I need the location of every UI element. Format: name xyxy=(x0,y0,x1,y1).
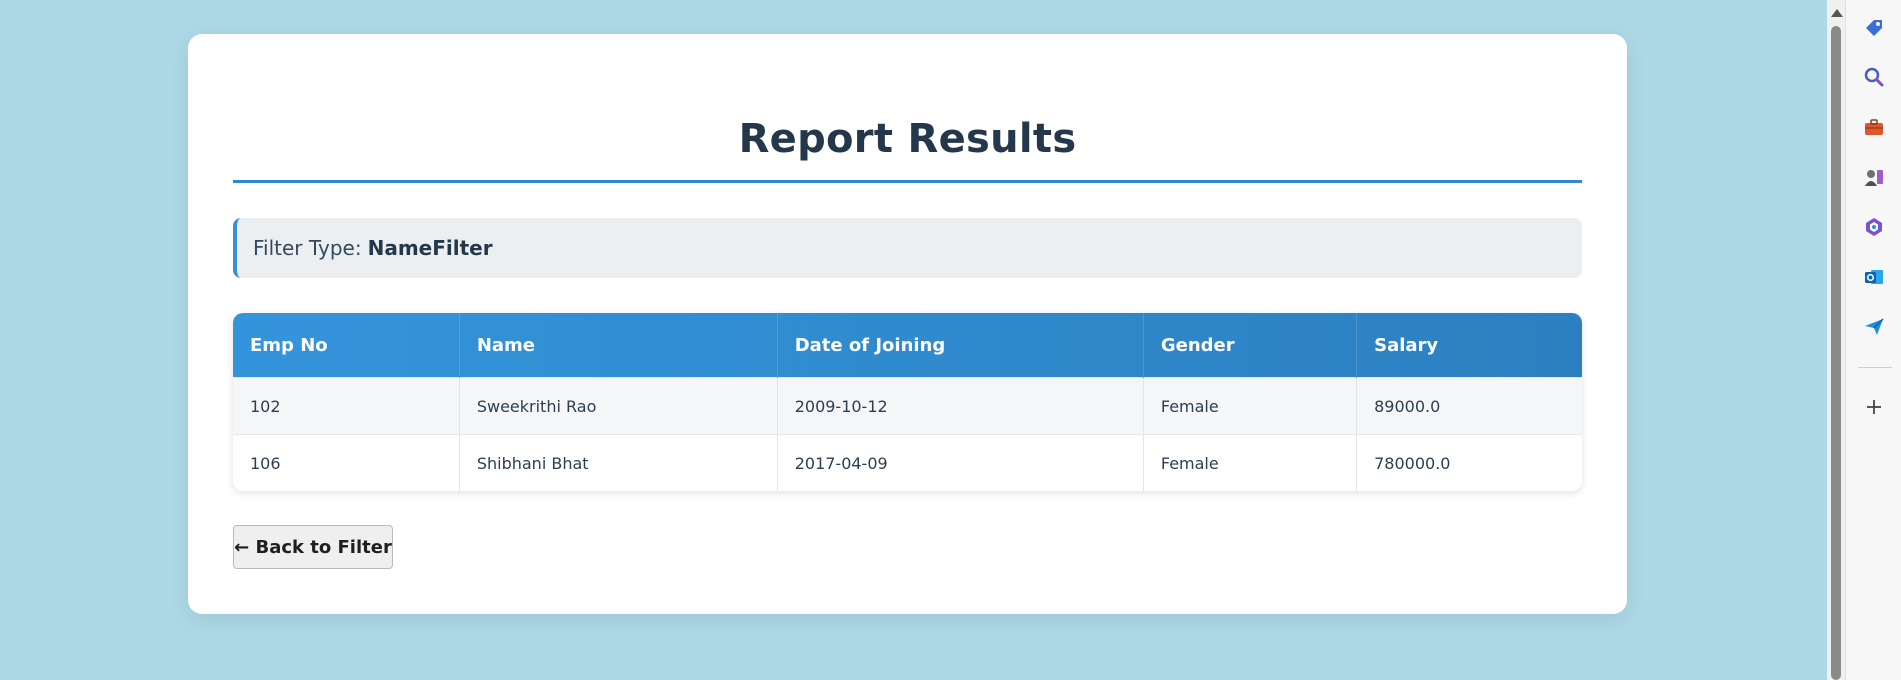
cell-name: Shibhani Bhat xyxy=(459,434,778,491)
search-icon[interactable] xyxy=(1862,65,1886,89)
back-to-filter-button[interactable]: ← Back to Filter xyxy=(233,525,393,569)
cell-gender: Female xyxy=(1143,434,1358,491)
chess-icon[interactable] xyxy=(1862,165,1886,189)
copilot-icon[interactable] xyxy=(1862,215,1886,239)
table-header-row: Emp No Name Date of Joining Gender Salar… xyxy=(233,313,1582,378)
column-header-date-of-joining: Date of Joining xyxy=(777,313,1144,378)
plus-icon[interactable] xyxy=(1862,395,1886,419)
cell-emp-no: 102 xyxy=(233,377,460,435)
outlook-icon[interactable] xyxy=(1862,265,1886,289)
filter-type-box: Filter Type: NameFilter xyxy=(233,218,1582,278)
column-header-name: Name xyxy=(459,313,778,378)
cell-salary: 89000.0 xyxy=(1356,377,1582,435)
tag-icon[interactable] xyxy=(1862,16,1886,40)
scroll-up-arrow-icon[interactable] xyxy=(1831,9,1843,17)
table-row: 102 Sweekrithi Rao 2009-10-12 Female 890… xyxy=(233,377,1582,435)
column-header-gender: Gender xyxy=(1143,313,1358,378)
filter-type-label: Filter Type: xyxy=(253,236,362,260)
browser-sidebar xyxy=(1845,0,1901,680)
sidebar-divider xyxy=(1858,367,1892,368)
report-card: Report Results Filter Type: NameFilter E… xyxy=(188,34,1627,614)
cell-date-of-joining: 2017-04-09 xyxy=(777,434,1144,491)
title-divider xyxy=(233,180,1582,183)
table-row: 106 Shibhani Bhat 2017-04-09 Female 7800… xyxy=(233,434,1582,491)
cell-emp-no: 106 xyxy=(233,434,460,491)
column-header-emp-no: Emp No xyxy=(233,313,460,378)
filter-type-value: NameFilter xyxy=(367,236,493,260)
results-table-container: Emp No Name Date of Joining Gender Salar… xyxy=(233,313,1582,491)
results-table: Emp No Name Date of Joining Gender Salar… xyxy=(233,313,1582,491)
scrollbar-thumb[interactable] xyxy=(1831,26,1841,680)
cell-salary: 780000.0 xyxy=(1356,434,1582,491)
cell-date-of-joining: 2009-10-12 xyxy=(777,377,1144,435)
cell-gender: Female xyxy=(1143,377,1358,435)
column-header-salary: Salary xyxy=(1374,334,1439,356)
page-title: Report Results xyxy=(738,116,1077,162)
send-icon[interactable] xyxy=(1862,315,1886,339)
vertical-scrollbar[interactable] xyxy=(1827,0,1845,680)
page-viewport: Report Results Filter Type: NameFilter E… xyxy=(0,0,1827,680)
cell-name: Sweekrithi Rao xyxy=(459,377,778,435)
briefcase-icon[interactable] xyxy=(1862,115,1886,139)
